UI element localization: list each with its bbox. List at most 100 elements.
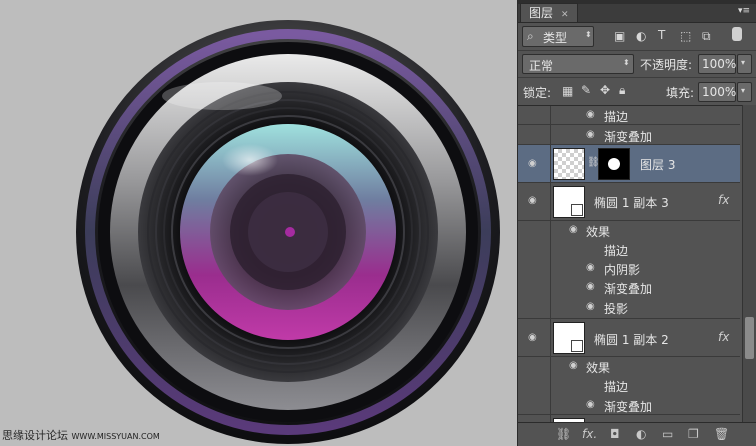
eye-icon[interactable]: ◉ — [586, 281, 595, 292]
smart-object-filter-icon[interactable]: ⧉ — [702, 29, 711, 44]
fx-icon[interactable]: fx — [718, 330, 729, 344]
visibility-column — [518, 221, 551, 240]
watermark: 思缘设计论坛 WWW.MISSYUAN.COM — [2, 427, 160, 443]
effect-label: 投影 — [604, 302, 629, 316]
layer-thumbnail[interactable] — [553, 322, 585, 354]
fill-input[interactable]: 100% — [698, 82, 736, 102]
lock-pixels-icon[interactable]: ✎ — [581, 83, 591, 97]
layer-thumbnail[interactable] — [553, 186, 585, 218]
list-item-effect[interactable]: ◉ 渐变叠加 — [518, 395, 740, 415]
effect-label: 渐变叠加 — [604, 400, 653, 414]
list-item-effect[interactable]: ◉ 描边 — [518, 106, 740, 125]
chevron-down-icon: ⬍ — [585, 30, 592, 39]
effect-label: 渐变叠加 — [604, 282, 653, 296]
document-canvas[interactable]: 思缘设计论坛 WWW.MISSYUAN.COM — [0, 0, 517, 446]
eye-icon[interactable]: ◉ — [528, 158, 537, 169]
scrollbar-thumb[interactable] — [745, 317, 754, 359]
blend-mode-select[interactable]: 正常 ⬍ — [522, 54, 634, 74]
layer-name: 椭圆 1 副本 2 — [594, 333, 669, 347]
effect-label: 描边 — [604, 110, 629, 124]
visibility-column — [518, 125, 551, 144]
visibility-column — [518, 106, 551, 124]
filter-toggle-icon[interactable] — [732, 27, 742, 41]
adjustment-filter-icon[interactable]: ◐ — [636, 29, 646, 43]
chevron-down-icon: ⬍ — [623, 58, 630, 67]
vector-mask-badge — [571, 340, 583, 352]
link-icon[interactable]: ⛓ — [556, 427, 571, 441]
fx-icon[interactable]: fx. — [582, 427, 597, 441]
list-item-effect[interactable]: ◉ 渐变叠加 — [518, 125, 740, 145]
visibility-column — [518, 240, 551, 259]
vector-mask-badge — [571, 204, 583, 216]
filter-kind-select[interactable]: ⌕ 类型 ⬍ — [522, 26, 594, 47]
watermark-site: WWW.MISSYUAN.COM — [71, 432, 160, 441]
eye-icon[interactable]: ◉ — [586, 109, 595, 120]
fill-dropdown[interactable]: ▾ — [737, 82, 752, 102]
visibility-column — [518, 297, 551, 318]
visibility-column — [518, 395, 551, 414]
search-icon: ⌕ — [527, 29, 534, 43]
effect-label: 内阴影 — [604, 263, 641, 277]
fill-label: 填充: — [666, 86, 695, 100]
lock-all-icon[interactable]: 🔒︎ — [619, 83, 625, 98]
shape-filter-icon[interactable]: ⬚ — [680, 29, 691, 43]
panel-tab-bar: 图层 ✕ ▾≡ — [518, 0, 756, 23]
lock-transparent-icon[interactable]: ▦ — [562, 84, 573, 98]
effect-label: 描边 — [604, 244, 629, 258]
filter-row: ⌕ 类型 ⬍ ▣ ◐ T ⬚ ⧉ — [518, 23, 756, 50]
effects-header[interactable]: ◉ 效果 — [518, 221, 740, 240]
visibility-column — [518, 357, 551, 376]
eye-icon[interactable]: ◉ — [528, 195, 537, 206]
eye-icon[interactable]: ◉ — [586, 262, 595, 273]
effects-label: 效果 — [586, 361, 611, 375]
layers-scrollbar[interactable] — [742, 105, 756, 423]
list-item-effect[interactable]: 描边 — [518, 240, 740, 259]
chevron-down-icon: ▾ — [741, 86, 746, 95]
type-filter-icon[interactable]: T — [658, 28, 665, 42]
layer-name: 图层 3 — [640, 158, 676, 172]
list-item-effect[interactable]: ◉ 渐变叠加 — [518, 278, 740, 297]
new-layer-icon[interactable]: ❐ — [688, 427, 699, 441]
lock-label: 锁定: — [523, 86, 552, 100]
list-item-effect[interactable]: ◉ 投影 — [518, 297, 740, 319]
eye-icon[interactable]: ◉ — [586, 399, 595, 410]
eye-icon[interactable]: ◉ — [586, 301, 595, 312]
mask-icon[interactable]: ◘ — [610, 427, 620, 441]
fx-icon[interactable]: fx — [718, 193, 729, 207]
opacity-dropdown[interactable]: ▾ — [737, 54, 752, 74]
watermark-text: 思缘设计论坛 — [2, 429, 68, 442]
effects-header[interactable]: ◉ 效果 — [518, 357, 740, 376]
opacity-input[interactable]: 100% — [698, 54, 736, 74]
eye-icon[interactable]: ◉ — [528, 332, 537, 343]
panel-menu-icon[interactable]: ▾≡ — [738, 6, 750, 16]
filter-kind-value: 类型 — [543, 31, 568, 45]
list-item-effect[interactable]: 描边 — [518, 376, 740, 395]
visibility-column — [518, 259, 551, 278]
lock-position-icon[interactable]: ✥ — [600, 83, 610, 97]
visibility-column — [518, 278, 551, 297]
layer-thumbnail[interactable] — [553, 148, 585, 180]
image-filter-icon[interactable]: ▣ — [614, 29, 625, 43]
eye-icon[interactable]: ◉ — [569, 224, 578, 235]
lock-row: 锁定: ▦ ✎ ✥ 🔒︎ 填充: 100% ▾ — [518, 77, 756, 105]
layer-row-layer-3[interactable]: ◉ ⛓ 图层 3 — [518, 145, 740, 183]
close-icon[interactable]: ✕ — [561, 10, 569, 20]
list-item-effect[interactable]: ◉ 内阴影 — [518, 259, 740, 278]
tab-layers-label: 图层 — [529, 6, 554, 20]
effect-label: 描边 — [604, 380, 629, 394]
blend-row: 正常 ⬍ 不透明度: 100% ▾ — [518, 50, 756, 77]
tab-layers[interactable]: 图层 ✕ — [520, 3, 578, 22]
eye-icon[interactable]: ◉ — [586, 129, 595, 140]
opacity-label: 不透明度: — [640, 58, 693, 72]
adjustment-icon[interactable]: ◐ — [636, 427, 646, 441]
trash-icon[interactable]: 🗑︎ — [714, 427, 729, 441]
eye-icon[interactable]: ◉ — [569, 360, 578, 371]
fill-value: 100% — [702, 85, 737, 99]
layer-row-ellipse-copy-3[interactable]: ◉ 椭圆 1 副本 3 fx — [518, 183, 740, 221]
layer-row-ellipse-copy-2[interactable]: ◉ 椭圆 1 副本 2 fx — [518, 319, 740, 357]
layer-mask-thumbnail[interactable] — [598, 148, 630, 180]
effects-label: 效果 — [586, 225, 611, 239]
effect-label: 渐变叠加 — [604, 130, 653, 144]
folder-icon[interactable]: ▭ — [662, 427, 673, 441]
blend-mode-value: 正常 — [529, 59, 554, 73]
